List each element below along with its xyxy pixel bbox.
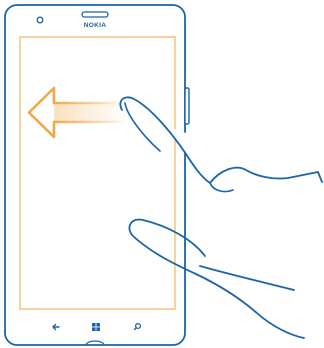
brand-logo: NOKIA (84, 22, 106, 29)
volume-button (184, 87, 190, 125)
swipe-left-illustration: NOKIA (4, 4, 323, 346)
screen (19, 36, 176, 310)
phone: NOKIA (4, 4, 190, 346)
knuckle-line (209, 182, 234, 193)
arrow-tail (52, 103, 128, 122)
